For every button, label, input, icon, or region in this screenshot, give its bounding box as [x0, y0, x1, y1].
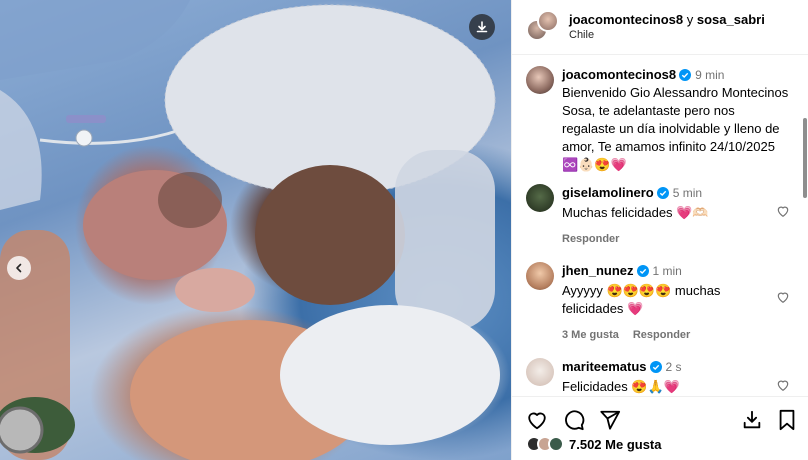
avatar[interactable]: [526, 184, 554, 212]
likes-count[interactable]: 7.502 Me gusta: [569, 437, 662, 452]
comments-list[interactable]: joacomontecinos8 9 min Bienvenido Gio Ale…: [512, 56, 808, 396]
reply-button[interactable]: Responder: [633, 329, 690, 341]
caption-text: Bienvenido Gio Alessandro Montecinos Sos…: [562, 85, 789, 172]
comments-scrollbar[interactable]: [803, 118, 807, 198]
comment-time: 1 min: [652, 264, 682, 278]
collab-avatars[interactable]: [526, 10, 560, 44]
collab-names: joacomontecinos8 y sosa_sabri: [569, 12, 765, 28]
send-icon[interactable]: [599, 409, 621, 431]
comment-text: Muchas felicidades 💗🫶🏻: [562, 205, 709, 220]
comment-meta: 3 Me gusta Responder: [562, 326, 768, 344]
bookmark-icon[interactable]: [777, 409, 797, 431]
comment-text: Ayyyyy 😍😍😍😍 muchas felicidades 💗: [562, 283, 721, 316]
verified-icon: [636, 265, 649, 277]
comment-item: giselamolinero 5 min Muchas felicidades 💗…: [526, 184, 790, 248]
download-icon[interactable]: [741, 409, 763, 431]
header-username-1[interactable]: joacomontecinos8: [569, 12, 683, 27]
avatar[interactable]: [526, 358, 554, 386]
verified-icon: [656, 187, 669, 199]
comment-username[interactable]: mariteematus: [562, 359, 647, 374]
comment-time: 5 min: [672, 186, 703, 200]
post-photo[interactable]: [0, 0, 511, 460]
verified-icon: [679, 69, 692, 81]
chevron-left-icon: [16, 263, 22, 273]
avatar: [537, 10, 559, 32]
comment-item: jhen_nunez 1 min Ayyyyy 😍😍😍😍 muchas felic…: [526, 262, 790, 344]
post-sidebar: joacomontecinos8 y sosa_sabri Chile joac…: [511, 0, 808, 460]
caption: joacomontecinos8 9 min Bienvenido Gio Ale…: [526, 66, 790, 174]
heart-icon[interactable]: [526, 409, 548, 431]
comment-meta: Responder: [562, 230, 790, 248]
reply-button[interactable]: Responder: [562, 233, 619, 245]
header-username-2[interactable]: sosa_sabri: [697, 12, 765, 27]
avatar[interactable]: [526, 66, 554, 94]
like-comment-icon[interactable]: [776, 204, 790, 218]
like-comment-icon[interactable]: [776, 290, 790, 304]
download-icon: [476, 21, 488, 33]
caption-time: 9 min: [695, 68, 725, 82]
download-button[interactable]: [469, 14, 495, 40]
post-header: joacomontecinos8 y sosa_sabri Chile: [512, 0, 808, 55]
comment-item: mariteematus 2 s Felicidades 😍🙏💗: [526, 358, 790, 396]
comment-likes[interactable]: 3 Me gusta: [562, 329, 619, 341]
comment-username[interactable]: jhen_nunez: [562, 263, 634, 278]
photo-illustration: [0, 0, 500, 460]
header-connector: y: [686, 12, 694, 27]
like-comment-icon[interactable]: [776, 378, 790, 392]
caption-username[interactable]: joacomontecinos8: [562, 67, 676, 82]
post-location[interactable]: Chile: [569, 28, 765, 42]
likes-summary[interactable]: 7.502 Me gusta: [526, 436, 662, 452]
comment-time: 2 s: [665, 360, 682, 374]
comment-text: Felicidades 😍🙏💗: [562, 379, 680, 394]
comment-icon[interactable]: [563, 409, 585, 431]
avatar[interactable]: [526, 262, 554, 290]
avatar: [548, 436, 564, 452]
comment-username[interactable]: giselamolinero: [562, 185, 654, 200]
previous-image-button[interactable]: [7, 256, 31, 280]
verified-icon: [649, 361, 662, 373]
